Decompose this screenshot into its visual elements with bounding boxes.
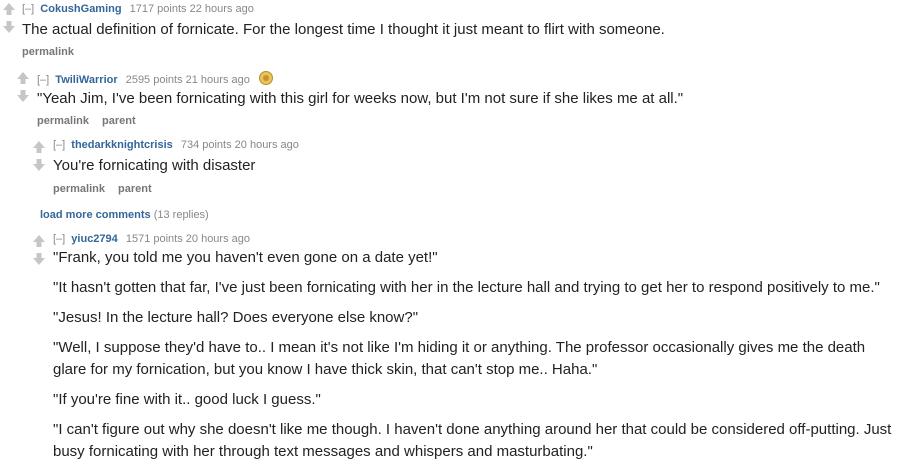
collapse-toggle[interactable]: [–]	[22, 3, 34, 15]
comment-tagline: [–] CokushGaming 1717 points 22 hours ag…	[22, 3, 254, 15]
comment-paragraph: "Frank, you told me you haven't even gon…	[53, 249, 438, 266]
collapse-toggle[interactable]: [–]	[37, 74, 49, 86]
comment-body: You're fornicating with disaster	[53, 155, 873, 185]
comment-tagline: [–] thedarkknightcrisis 734 points 20 ho…	[53, 139, 299, 151]
comment-paragraph: "Jesus! In the lecture hall? Does everyo…	[53, 309, 419, 326]
upvote-arrow-icon[interactable]	[32, 140, 46, 154]
comment-paragraph: "Yeah Jim, I've been fornicating with th…	[37, 90, 684, 107]
parent-button[interactable]: parent	[102, 115, 136, 127]
comment-paragraph: "It hasn't gotten that far, I've just be…	[53, 279, 880, 296]
upvote-arrow-icon[interactable]	[32, 234, 46, 248]
score-time: 1717 points 22 hours ago	[129, 3, 254, 15]
permalink-button[interactable]: permalink	[22, 46, 74, 58]
upvote-arrow-icon[interactable]	[2, 2, 16, 16]
upvote-arrow-icon[interactable]	[16, 71, 30, 85]
comment-paragraph: "Well, I suppose they'd have to.. I mean…	[53, 339, 866, 378]
load-more-link[interactable]: load more comments	[40, 209, 151, 221]
comment-tagline: [–] yiuc2794 1571 points 20 hours ago	[53, 233, 250, 245]
comment-body: The actual definition of fornicate. For …	[22, 19, 882, 49]
score-time: 1571 points 20 hours ago	[125, 233, 250, 245]
comment-paragraph: The actual definition of fornicate. For …	[22, 21, 665, 38]
comment-body: "Yeah Jim, I've been fornicating with th…	[37, 88, 887, 118]
collapse-toggle[interactable]: [–]	[53, 233, 65, 245]
score-time: 2595 points 21 hours ago	[125, 74, 250, 86]
comment-paragraph: You're fornicating with disaster	[53, 157, 256, 174]
gold-award-icon	[258, 71, 273, 85]
downvote-arrow-icon[interactable]	[32, 158, 46, 172]
parent-button[interactable]: parent	[118, 183, 152, 195]
collapse-toggle[interactable]: [–]	[53, 139, 65, 151]
comment-tagline: [–] TwiliWarrior 2595 points 21 hours ag…	[37, 71, 273, 86]
comment-buttons: permalink parent	[53, 183, 162, 195]
permalink-button[interactable]: permalink	[37, 115, 89, 127]
comment-paragraph: "I can't figure out why she doesn't like…	[53, 421, 892, 460]
author-link[interactable]: TwiliWarrior	[55, 74, 117, 86]
reply-count: (13 replies)	[153, 209, 209, 221]
downvote-arrow-icon[interactable]	[16, 89, 30, 103]
comment-paragraph: "If you're fine with it.. good luck I gu…	[53, 391, 321, 408]
comment-buttons: permalink	[22, 46, 84, 58]
comment-buttons: permalink parent	[37, 115, 146, 127]
permalink-button[interactable]: permalink	[53, 183, 105, 195]
author-link[interactable]: yiuc2794	[71, 233, 117, 245]
author-link[interactable]: thedarkknightcrisis	[71, 139, 172, 151]
author-link[interactable]: CokushGaming	[40, 3, 121, 15]
downvote-arrow-icon[interactable]	[32, 252, 46, 266]
comment-body: "Frank, you told me you haven't even gon…	[53, 247, 893, 471]
score-time: 734 points 20 hours ago	[180, 139, 299, 151]
downvote-arrow-icon[interactable]	[2, 20, 16, 34]
load-more-comments: load more comments (13 replies)	[40, 209, 209, 221]
